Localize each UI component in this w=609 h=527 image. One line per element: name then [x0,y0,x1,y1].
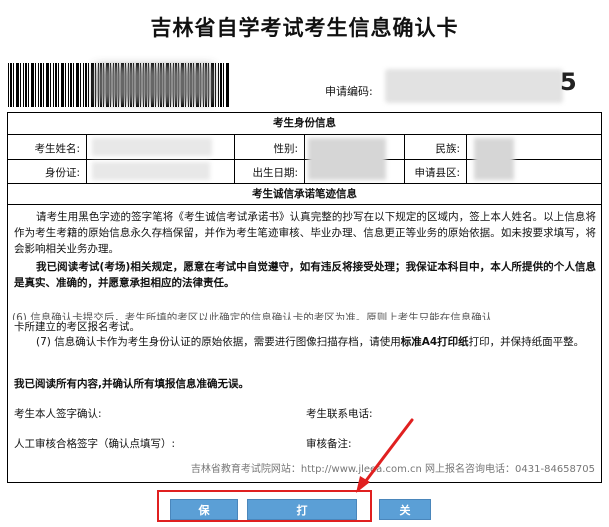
review-note-label: 审核备注: [306,438,352,450]
confirmation-card: 考生身份信息 考生姓名: 性别: 民族: 身份证: 出生日期: 申请县区: 考生… [7,112,602,483]
close-button[interactable]: 关闭 [379,499,431,527]
print-button[interactable]: 打印 [247,499,357,527]
application-number-label: 申请编码: [325,85,373,98]
section-header-identity: 考生身份信息 [8,113,601,135]
candidate-phone-label: 考生联系电话: [306,408,373,420]
ethnicity-county-redaction [474,138,514,180]
pledge-paragraph: 我已阅读考试(考场)相关规定，愿意在考试中自觉遵守，如有违反将接受处理；我保证本… [14,261,596,289]
grid-divider [304,135,305,183]
ethnicity-label: 民族: [435,143,460,155]
gender-birthdate-redaction [308,138,386,180]
county-label: 申请县区: [414,167,460,179]
name-label: 考生姓名: [34,143,80,155]
id-label: 身份证: [44,167,80,179]
barcode-redaction [95,66,213,102]
identity-grid: 考生姓名: 性别: 民族: 身份证: 出生日期: 申请县区: [8,135,601,183]
application-number-suffix: 5 [560,68,577,96]
application-number-redaction [385,69,563,103]
name-value-redaction [92,138,212,156]
birthdate-label: 出生日期: [252,167,298,179]
gender-label: 性别: [273,143,298,155]
save-button[interactable]: 保存 [170,499,238,527]
page-title: 吉林省自学考试考生信息确认卡 [150,16,459,40]
instruction-paragraph: 请考生用黑色字迹的签字笔将《考生诚信考试承诺书》认真完整的抄写在以下规定的区域内… [14,211,596,255]
id-value-redaction [92,162,210,180]
section-header-pledge: 考生诚信承诺笔迹信息 [8,183,601,205]
confirmation-statement: 我已阅读所有内容,并确认所有填报信息准确无误。 [14,378,249,390]
print-instruction-suffix: 打印，并保持纸面平整。 [468,336,585,348]
footer-contact-note: 吉林省教育考试院网站：http://www.jleea.com.cn 网上报名咨… [190,464,595,475]
region-paragraph: 卡所建立的考区报名考试。 [14,321,140,333]
candidate-signature-label: 考生本人签字确认: [14,408,102,420]
staff-signature-label: 人工审核合格签字（确认点填写）: [14,438,176,450]
grid-divider [466,135,467,183]
grid-divider [86,135,87,183]
print-instruction-bold: 标准A4打印纸 [400,336,469,348]
print-instruction-prefix: (7) 信息确认卡作为考生身份认证的原始依据，需要进行图像扫描存档，请使用 [36,336,401,348]
print-instruction-paragraph: (7) 信息确认卡作为考生身份认证的原始依据，需要进行图像扫描存档，请使用标准A… [14,334,596,350]
